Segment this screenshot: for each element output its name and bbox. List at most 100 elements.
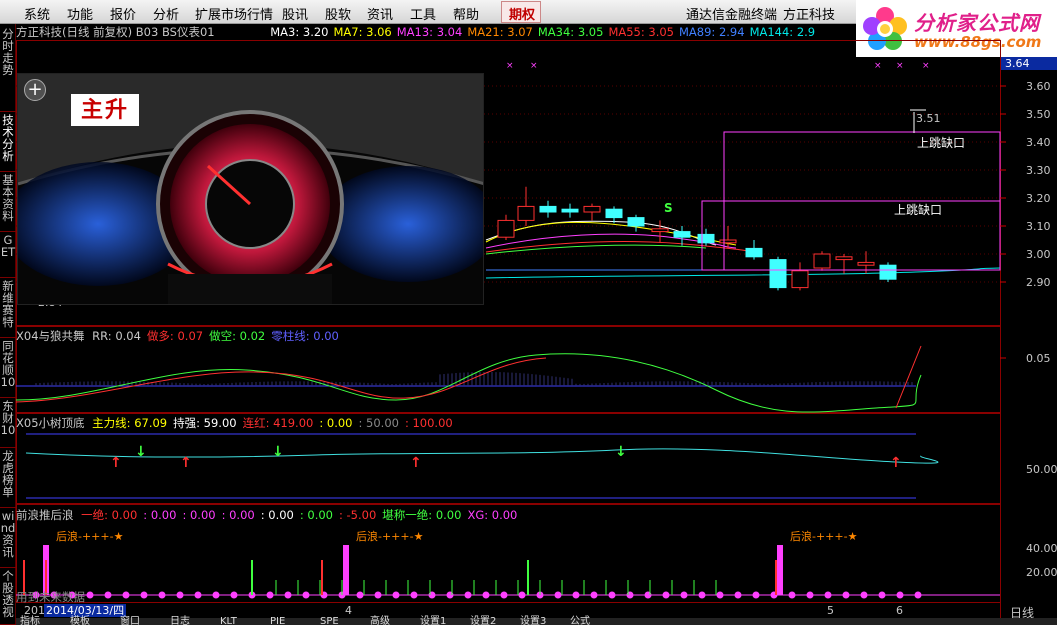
buy-arrow-icon: ↑ — [110, 455, 122, 471]
signal-marker: × — [874, 61, 882, 71]
price-tick-label: 3.10 — [1026, 220, 1051, 233]
menu-analysis[interactable]: 分析 — [153, 4, 179, 23]
long-line — [16, 357, 547, 403]
price-tick-label: 2.90 — [1026, 276, 1051, 289]
wave-dot — [896, 591, 904, 599]
menu-help[interactable]: 帮助 — [453, 4, 479, 23]
sidebar-tab-new-dimension[interactable]: 新维赛特 — [0, 278, 16, 338]
x04-axis-label: 0.05 — [1026, 352, 1051, 365]
sidebar-tab-technical[interactable]: 技术分析 — [0, 112, 16, 172]
long-line-end — [895, 345, 922, 409]
main-force-line — [25, 448, 939, 464]
bottom-tab[interactable]: 设置1 — [420, 617, 446, 625]
candle-body — [879, 264, 897, 280]
candle-body — [539, 205, 557, 213]
wave-dot — [752, 591, 760, 599]
wave-dot — [806, 591, 814, 599]
indicator-value: : 50.00 — [358, 416, 399, 430]
sidebar-tab-dragon-tiger[interactable]: 龙虎榜单 — [0, 448, 16, 508]
terminal-name: 通达信金融终端 — [686, 8, 778, 23]
wave-pillar — [777, 545, 783, 595]
wave-indicator-title: 前浪推后浪 一绝: 0.00: 0.00: 0.00: 0.00: 0.00: … — [16, 507, 527, 523]
bottom-tab[interactable]: 模板 — [70, 617, 90, 625]
menu-functions[interactable]: 功能 — [67, 4, 93, 23]
price-tick-label: 3.60 — [1026, 80, 1051, 93]
wave-dot — [482, 591, 490, 599]
candle-body — [835, 256, 853, 261]
date-tick: 4 — [345, 604, 352, 617]
wave-dot — [734, 591, 742, 599]
dashboard-gauge-overlay: + 主升 — [17, 73, 484, 305]
price-tick-label: 3.30 — [1026, 164, 1051, 177]
signal-marker: × — [896, 61, 904, 71]
sidebar-tab-tonghuashun[interactable]: 同花顺10 — [0, 338, 16, 398]
sidebar-tab-wind[interactable]: wind资讯 — [0, 508, 16, 568]
gap-boxes — [701, 109, 1001, 271]
menu-quotes[interactable]: 报价 — [110, 4, 136, 23]
candle-body — [745, 247, 763, 258]
menu-tools[interactable]: 工具 — [410, 4, 436, 23]
wave-dot — [608, 591, 616, 599]
indicator-value: RR: 0.04 — [92, 329, 141, 343]
bottom-tab[interactable]: KLT — [220, 617, 237, 625]
bottom-tab[interactable]: 日志 — [170, 617, 190, 625]
gap-up-label-1: 上跳缺口 — [917, 135, 965, 150]
menu-stock-software[interactable]: 股软 — [325, 4, 351, 23]
price-tick-label: 3.50 — [1026, 108, 1051, 121]
buy-arrow-icon: ↑ — [180, 455, 192, 471]
sidebar-tab-stock-view[interactable]: 个股透视 — [0, 568, 16, 625]
signal-marker: × — [530, 61, 538, 71]
wave-dot — [788, 591, 796, 599]
sidebar-tab-intraday[interactable]: 分时走势 — [0, 24, 16, 112]
trading-terminal-window: 系统 功能 报价 分析 扩展市场行情 股讯 股软 资讯 工具 帮助 期权 通达信… — [0, 0, 1057, 625]
ma-legend-item: MA7: 3.06 — [333, 25, 392, 39]
wave-dot — [140, 591, 148, 599]
sidebar-tab-get[interactable]: GET — [0, 232, 16, 278]
bottom-tab[interactable]: 指标 — [20, 617, 40, 625]
wave-dot — [698, 591, 706, 599]
wave-dot — [500, 591, 508, 599]
plus-icon[interactable]: + — [24, 79, 46, 101]
moving-average-lines — [485, 220, 1001, 279]
menu-system[interactable]: 系统 — [24, 4, 50, 23]
buy-arrow-icon: ↑ — [890, 455, 902, 471]
ma-legend-item: MA3: 3.20 — [270, 25, 329, 39]
bottom-tab[interactable]: 公式 — [570, 617, 590, 625]
indicator-value: : 0.00 — [260, 508, 294, 522]
wave-axis-40: 40.00 — [1026, 542, 1057, 555]
indicator-value: : -5.00 — [339, 508, 377, 522]
menu-options[interactable]: 期权 — [509, 4, 535, 23]
wave-dot — [230, 591, 238, 599]
wave-label: 后浪-+++-★ — [790, 529, 858, 543]
sell-arrow-icon: ↓ — [272, 444, 284, 460]
x05-indicator-values: 主力线: 67.09 持强: 59.00 连红: 419.00: 0.00: 50.… — [92, 416, 459, 430]
sidebar-tab-eastmoney[interactable]: 东财10 — [0, 398, 16, 448]
bottom-tab[interactable]: 设置3 — [520, 617, 546, 625]
bottom-tab[interactable]: 窗口 — [120, 617, 140, 625]
sidebar-tab-fundamentals[interactable]: 基本资料 — [0, 172, 16, 232]
indicator-value: XG: 0.00 — [467, 508, 518, 522]
indicator-value: : 0.00 — [299, 508, 333, 522]
menu-extended-market[interactable]: 扩展市场行情 — [195, 4, 273, 23]
ma-legend-item: MA21: 3.07 — [467, 25, 533, 39]
ma-legend-item: MA89: 2.94 — [679, 25, 745, 39]
wave-dot — [104, 591, 112, 599]
indicator-value: : 100.00 — [404, 416, 453, 430]
menu-stock-news[interactable]: 股讯 — [282, 4, 308, 23]
wave-pillar — [343, 545, 349, 595]
wave-dot — [302, 591, 310, 599]
wave-dot — [716, 591, 724, 599]
indicator-value: : 0.00 — [182, 508, 216, 522]
wave-dot — [122, 591, 130, 599]
bottom-tab[interactable]: 高级 — [370, 617, 390, 625]
x04-indicator-plot: 0.05 — [16, 345, 1051, 413]
bottom-tab[interactable]: PIE — [270, 617, 285, 625]
menu-news[interactable]: 资讯 — [367, 4, 393, 23]
bottom-tab[interactable]: SPE — [320, 617, 339, 625]
x04-indicator-values: RR: 0.04 做多: 0.07 做空: 0.02 零柱线: 0.00 — [92, 329, 345, 343]
current-price-label: 3.64 — [1001, 57, 1057, 70]
date-tick: 5 — [827, 604, 834, 617]
wave-label: 后浪-+++-★ — [356, 529, 424, 543]
bottom-tab[interactable]: 设置2 — [470, 617, 496, 625]
wave-dot — [464, 591, 472, 599]
